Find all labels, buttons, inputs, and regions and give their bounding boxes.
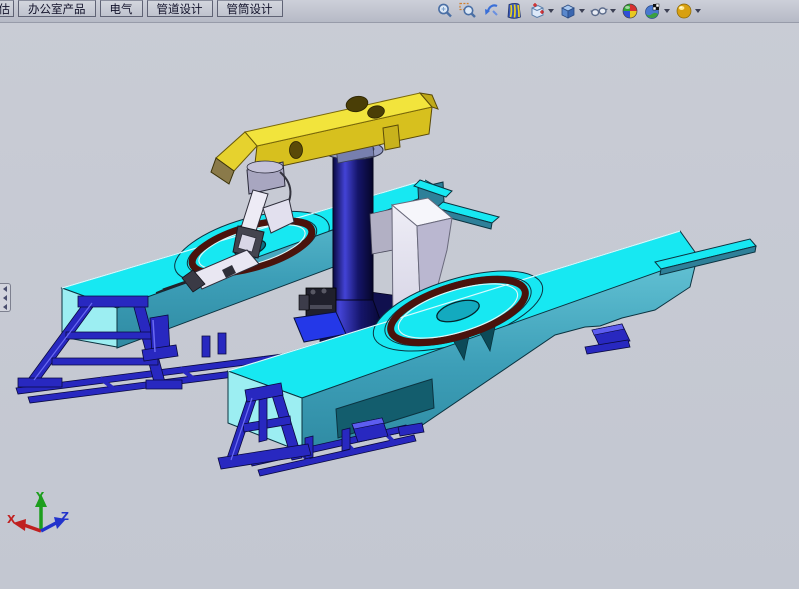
- command-tabs: 估办公室产品电气管道设计管筒设计: [0, 0, 285, 18]
- zoom-to-fit-icon[interactable]: [435, 1, 455, 21]
- axis-z-label: Z: [61, 510, 69, 523]
- view-settings-icon[interactable]: [674, 1, 702, 21]
- collapse-left-icon: [3, 304, 7, 310]
- edit-appearance-icon[interactable]: [620, 1, 640, 21]
- tab-1[interactable]: 办公室产品: [18, 0, 96, 17]
- chevron-down-icon: [695, 9, 701, 13]
- cad-viewport[interactable]: X Y Z: [0, 0, 799, 589]
- tab-2[interactable]: 电气: [100, 0, 143, 17]
- chevron-down-icon: [664, 9, 670, 13]
- tab-3[interactable]: 管道设计: [147, 0, 213, 17]
- collapse-left-icon: [3, 286, 7, 292]
- chevron-down-icon: [579, 9, 585, 13]
- previous-view-icon[interactable]: [481, 1, 501, 21]
- tab-0[interactable]: 估: [0, 0, 14, 17]
- chevron-down-icon: [548, 9, 554, 13]
- hide-show-items-icon[interactable]: [589, 1, 617, 21]
- tab-4[interactable]: 管筒设计: [217, 0, 283, 17]
- heads-up-toolbar: [435, 1, 702, 21]
- view-orientation-icon[interactable]: [527, 1, 555, 21]
- apply-scene-icon[interactable]: [643, 1, 671, 21]
- command-bar: 估办公室产品电气管道设计管筒设计: [0, 0, 799, 23]
- section-view-icon[interactable]: [504, 1, 524, 21]
- axis-y-label: Y: [35, 490, 45, 503]
- axis-x-label: X: [7, 513, 16, 526]
- chevron-down-icon: [610, 9, 616, 13]
- zoom-to-area-icon[interactable]: [458, 1, 478, 21]
- collapse-left-icon: [3, 295, 7, 301]
- feature-panel-toggle[interactable]: [0, 283, 11, 312]
- display-style-icon[interactable]: [558, 1, 586, 21]
